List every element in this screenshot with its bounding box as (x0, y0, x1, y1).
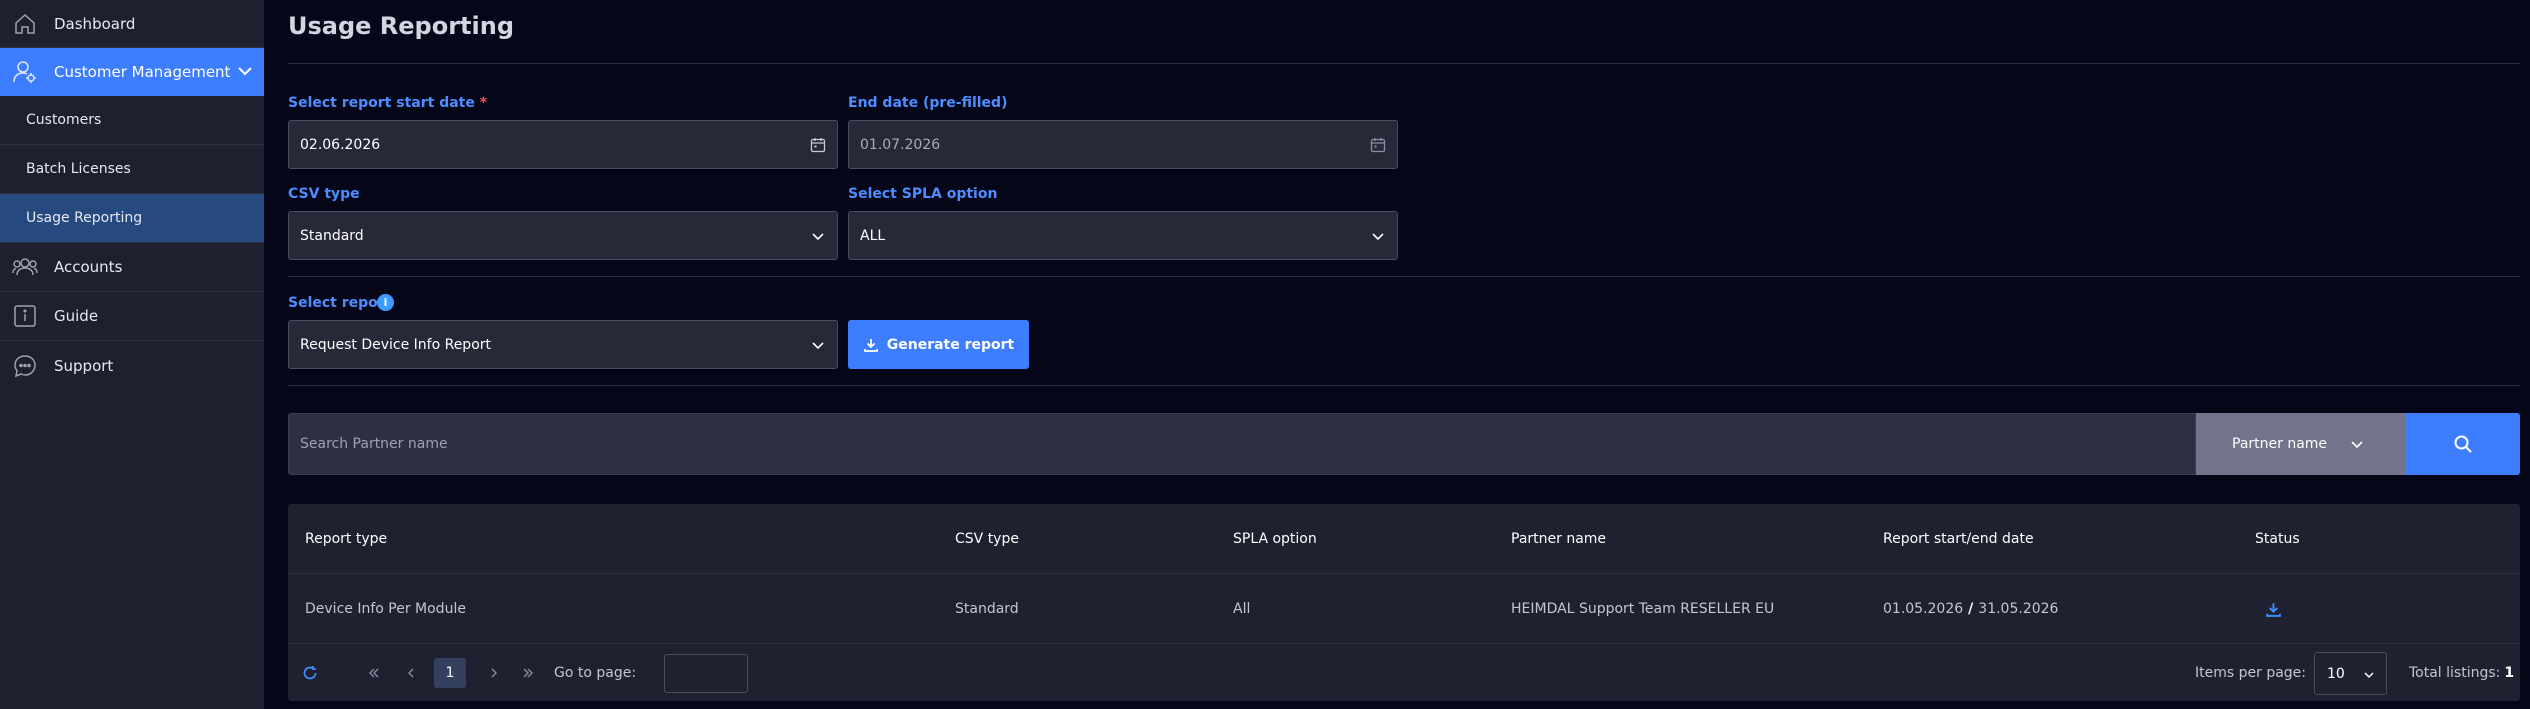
sidebar-item-guide[interactable]: Guide (0, 292, 264, 341)
sidebar-item-label: Accounts (54, 258, 123, 276)
search-filter-select[interactable]: Partner name (2196, 413, 2406, 475)
chat-icon (12, 353, 38, 379)
header-status[interactable]: Status (2255, 504, 2300, 574)
cell-partner-name: HEIMDAL Support Team RESELLER EU (1511, 601, 1775, 617)
main-content: Usage Reporting Select report start date… (264, 0, 2530, 709)
header-report-dates[interactable]: Report start/end date (1883, 504, 2034, 574)
start-date-input[interactable]: 02.06.2026 (288, 120, 838, 169)
cell-csv-type: Standard (955, 601, 1019, 617)
download-icon (863, 338, 878, 352)
home-icon (12, 11, 38, 37)
divider (288, 385, 2520, 386)
chevron-down-icon (812, 342, 824, 350)
sidebar-item-dashboard[interactable]: Dashboard (0, 0, 264, 48)
reports-table: Report type CSV type SPLA option Partner… (288, 504, 2520, 701)
cell-report-dates: 01.05.2026/31.05.2026 (1883, 601, 2059, 617)
chevron-down-icon (2364, 672, 2374, 679)
cell-status (2265, 574, 2282, 644)
end-date-label: End date (pre-filled) (848, 95, 1008, 111)
calendar-icon (1370, 138, 1386, 153)
chevron-down-icon (2351, 441, 2363, 449)
items-per-page-label: Items per page: (2195, 665, 2307, 681)
download-icon[interactable] (2265, 601, 2282, 618)
spla-option-label: Select SPLA option (848, 186, 998, 202)
cell-spla-option: All (1233, 601, 1251, 617)
sidebar-item-customer-management[interactable]: Customer Management (0, 48, 264, 96)
guide-icon (12, 303, 38, 329)
spla-option-select[interactable]: ALL (848, 211, 1398, 260)
table-row: Device Info Per Module Standard All HEIM… (288, 574, 2520, 644)
select-report-label: Select report (288, 295, 392, 311)
chevron-down-icon (812, 233, 824, 241)
chevron-down-icon[interactable] (234, 60, 256, 82)
page-title: Usage Reporting (288, 12, 515, 40)
items-per-page-select[interactable]: 10 (2314, 652, 2387, 695)
table-header: Report type CSV type SPLA option Partner… (288, 504, 2520, 574)
search-input[interactable]: Search Partner name (288, 413, 2196, 475)
goto-page-input[interactable] (664, 654, 748, 693)
search-icon (2454, 435, 2472, 453)
sidebar: Dashboard Customer Management Customers … (0, 0, 264, 709)
divider (288, 63, 2520, 64)
cell-report-type: Device Info Per Module (305, 601, 466, 617)
calendar-icon[interactable] (809, 136, 827, 154)
chevron-down-icon (1372, 233, 1384, 241)
user-settings-icon (12, 59, 38, 85)
last-page-icon[interactable] (518, 658, 538, 688)
next-page-icon[interactable] (484, 658, 504, 688)
sidebar-subitem-customers[interactable]: Customers (0, 96, 264, 145)
header-report-type[interactable]: Report type (305, 504, 387, 574)
csv-type-label: CSV type (288, 186, 360, 202)
search-bar: Search Partner name Partner name (288, 413, 2520, 475)
sidebar-item-label: Dashboard (54, 14, 136, 33)
sidebar-item-support[interactable]: Support (0, 341, 264, 390)
info-icon[interactable]: i (377, 294, 394, 311)
divider (288, 276, 2520, 277)
generate-report-button[interactable]: Generate report (848, 320, 1029, 369)
header-spla-option[interactable]: SPLA option (1233, 504, 1317, 574)
users-icon (12, 254, 38, 280)
search-button[interactable] (2406, 413, 2520, 475)
goto-page-label: Go to page: (554, 665, 637, 681)
start-date-label: Select report start date * (288, 95, 488, 111)
total-listings: Total listings: 1 (2409, 665, 2515, 681)
sidebar-item-label: Support (54, 356, 114, 375)
sidebar-item-label: Guide (54, 307, 99, 325)
end-date-input: 01.07.2026 (848, 120, 1398, 169)
sidebar-item-accounts[interactable]: Accounts (0, 243, 264, 292)
first-page-icon[interactable] (364, 658, 384, 688)
sidebar-item-label: Customer Management (54, 63, 231, 81)
report-select[interactable]: Request Device Info Report (288, 320, 838, 369)
header-partner-name[interactable]: Partner name (1511, 504, 1606, 574)
sidebar-subitem-batch-licenses[interactable]: Batch Licenses (0, 145, 264, 194)
header-csv-type[interactable]: CSV type (955, 504, 1019, 574)
pagination: 1 Go to page: Items per page: 10 Total l… (288, 644, 2520, 701)
required-mark: * (479, 95, 488, 111)
refresh-icon[interactable] (300, 658, 320, 688)
csv-type-select[interactable]: Standard (288, 211, 838, 260)
prev-page-icon[interactable] (401, 658, 421, 688)
page-number-button[interactable]: 1 (434, 658, 466, 688)
sidebar-subitem-usage-reporting[interactable]: Usage Reporting (0, 194, 264, 243)
